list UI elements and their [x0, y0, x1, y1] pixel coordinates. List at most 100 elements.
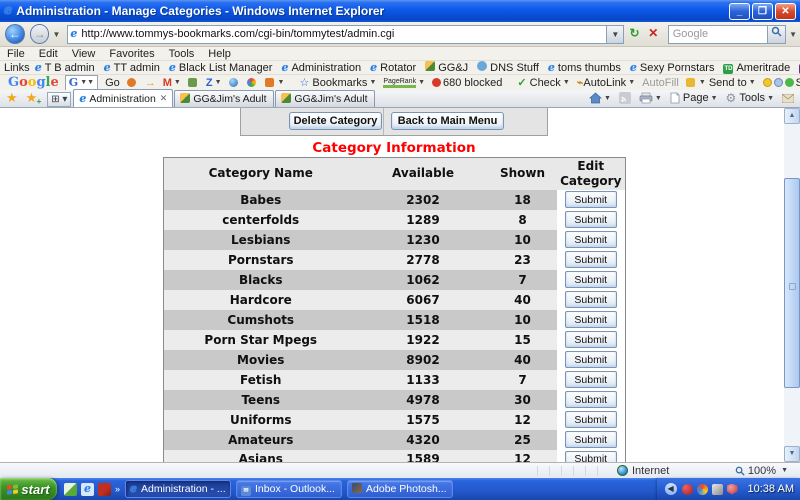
show-desktop-icon[interactable]	[64, 483, 77, 496]
submit-button[interactable]: Submit	[565, 251, 617, 268]
search-magnifier-icon[interactable]	[768, 25, 786, 44]
forward-button[interactable]: →	[30, 24, 50, 44]
tools-menu-button[interactable]: ⚙ Tools▼	[726, 91, 774, 105]
back-button[interactable]: ←	[5, 24, 25, 44]
google-site-icon[interactable]	[127, 78, 138, 87]
link-item-dns-stuff[interactable]: DNS Stuff	[477, 61, 539, 74]
search-options-dropdown-icon[interactable]: ▼	[786, 30, 800, 39]
tab-1[interactable]: eAdministration - Ma...✕	[73, 89, 173, 107]
submit-button[interactable]: Submit	[565, 451, 617, 462]
scroll-up-icon[interactable]: ▲	[784, 108, 800, 124]
submit-button[interactable]: Submit	[565, 231, 617, 248]
tray-icon[interactable]	[712, 484, 723, 495]
cell-available: 1062	[358, 270, 489, 290]
menu-item-help[interactable]: Help	[201, 48, 238, 60]
page-menu-button[interactable]: Page▼	[670, 92, 718, 104]
refresh-icon[interactable]: ↻	[626, 25, 643, 43]
menu-item-edit[interactable]: Edit	[32, 48, 65, 60]
cell-available: 2302	[358, 190, 489, 210]
link-item-ameritrade[interactable]: TDAmeritrade	[723, 61, 790, 74]
google-chrome-icon[interactable]	[247, 78, 258, 87]
submit-button[interactable]: Submit	[565, 411, 617, 428]
maximize-button[interactable]: ❐	[752, 3, 773, 20]
link-item-rotator[interactable]: eRotator	[370, 62, 416, 74]
google-z-icon[interactable]: Z▼	[206, 77, 222, 89]
link-item-black-list-manager[interactable]: eBlack List Manager	[169, 62, 273, 74]
ie-quicklaunch-icon[interactable]: e	[81, 483, 94, 496]
google-earth-icon[interactable]	[229, 78, 240, 87]
pagerank-indicator[interactable]: PageRank▼	[383, 78, 425, 88]
menu-item-favorites[interactable]: Favorites	[102, 48, 161, 60]
autolink-button[interactable]: ⌁AutoLink▼	[577, 76, 635, 89]
taskbar-button-3[interactable]: Adobe Photosh...	[347, 480, 453, 498]
address-input[interactable]: e http://www.tommys-bookmarks.com/cgi-bi…	[67, 25, 607, 44]
start-button[interactable]: start	[0, 478, 57, 500]
minimize-button[interactable]: _	[729, 3, 750, 20]
email-icon[interactable]	[782, 94, 794, 103]
google-search-input[interactable]: G ▼ ▼	[65, 75, 98, 91]
history-dropdown-icon[interactable]: ▼	[49, 30, 63, 39]
link-item-gg-j[interactable]: GG&J	[425, 61, 468, 74]
tray-icon[interactable]	[697, 484, 708, 495]
bookmarks-button[interactable]: ☆ Bookmarks▼	[299, 76, 376, 89]
scroll-down-icon[interactable]: ▼	[784, 446, 800, 462]
menu-item-view[interactable]: View	[65, 48, 103, 60]
link-item-tt-admin[interactable]: eTT admin	[104, 62, 160, 74]
link-item-toms-thumbs[interactable]: etoms thumbs	[548, 62, 621, 74]
tray-icon[interactable]	[682, 484, 693, 495]
picture-icon	[425, 61, 435, 74]
google-arrow-icon[interactable]: →	[145, 77, 156, 89]
link-item-administration[interactable]: eAdministration	[281, 62, 361, 74]
menu-item-tools[interactable]: Tools	[162, 48, 202, 60]
menu-item-file[interactable]: File	[0, 48, 32, 60]
tab-2[interactable]: GG&Jim's Adult Webm...	[174, 90, 274, 107]
back-to-main-menu-button[interactable]: Back to Main Menu	[391, 112, 504, 130]
submit-button[interactable]: Submit	[565, 291, 617, 308]
vertical-scrollbar[interactable]: ▲ ▼	[784, 108, 800, 462]
gmail-button[interactable]: M▼	[163, 77, 181, 89]
highlighter-icon[interactable]	[763, 78, 785, 87]
favorites-center-icon[interactable]: ★	[6, 90, 18, 106]
submit-button[interactable]: Submit	[565, 331, 617, 348]
link-item-t-b-admin[interactable]: eT B admin	[35, 62, 95, 74]
address-dropdown-icon[interactable]: ▼	[607, 25, 624, 44]
cell-edit: Submit	[557, 210, 626, 230]
submit-button[interactable]: Submit	[565, 271, 617, 288]
tab-close-icon[interactable]: ✕	[160, 93, 168, 104]
taskbar-button-1[interactable]: eAdministration - ...	[125, 480, 231, 498]
autofill-button[interactable]: AutoFill	[642, 77, 679, 89]
link-item-sexy-pornstars[interactable]: eSexy Pornstars	[630, 62, 715, 74]
submit-button[interactable]: Submit	[565, 371, 617, 388]
zoom-control[interactable]: 100% ▼	[735, 465, 788, 477]
submit-button[interactable]: Submit	[565, 211, 617, 228]
tray-shield-icon[interactable]	[727, 484, 738, 495]
tray-collapse-icon[interactable]: ◀	[665, 483, 677, 495]
home-icon[interactable]: ▼	[589, 92, 611, 104]
stop-icon[interactable]: ✕	[645, 25, 662, 43]
add-favorite-icon[interactable]: ★+	[26, 90, 38, 106]
scrollbar-thumb[interactable]	[784, 178, 800, 388]
google-field-dropdown-icon[interactable]: ▼	[87, 79, 94, 86]
quick-tabs-icon[interactable]: ⊞ ▾	[47, 92, 71, 107]
tab-3[interactable]: GG&Jim's Adult Webm...	[275, 90, 375, 107]
google-settings-button[interactable]: Settings▼	[785, 77, 800, 89]
quicklaunch-app-icon[interactable]	[98, 483, 111, 496]
submit-button[interactable]: Submit	[565, 191, 617, 208]
google-search-dropdown-icon[interactable]: ▼	[80, 79, 87, 86]
close-button[interactable]: ✕	[775, 3, 796, 20]
submit-button[interactable]: Submit	[565, 351, 617, 368]
print-icon[interactable]: ▼	[639, 92, 662, 104]
rss-feed-icon[interactable]	[619, 92, 631, 104]
google-go-button[interactable]: Go	[105, 77, 120, 89]
delete-category-button[interactable]: Delete Category	[289, 112, 382, 130]
taskbar-button-2[interactable]: ✉Inbox - Outlook...	[236, 480, 342, 498]
sendto-button[interactable]: ▼ Send to▼	[686, 77, 756, 89]
google-apps-icon[interactable]: ▼	[265, 78, 285, 87]
popup-blocker-button[interactable]: 680 blocked	[432, 77, 502, 89]
spellcheck-button[interactable]: ✓ Check▼	[517, 76, 569, 89]
submit-button[interactable]: Submit	[565, 431, 617, 448]
submit-button[interactable]: Submit	[565, 391, 617, 408]
submit-button[interactable]: Submit	[565, 311, 617, 328]
search-input[interactable]: Google	[668, 25, 769, 44]
google-lock-icon[interactable]	[188, 78, 199, 87]
